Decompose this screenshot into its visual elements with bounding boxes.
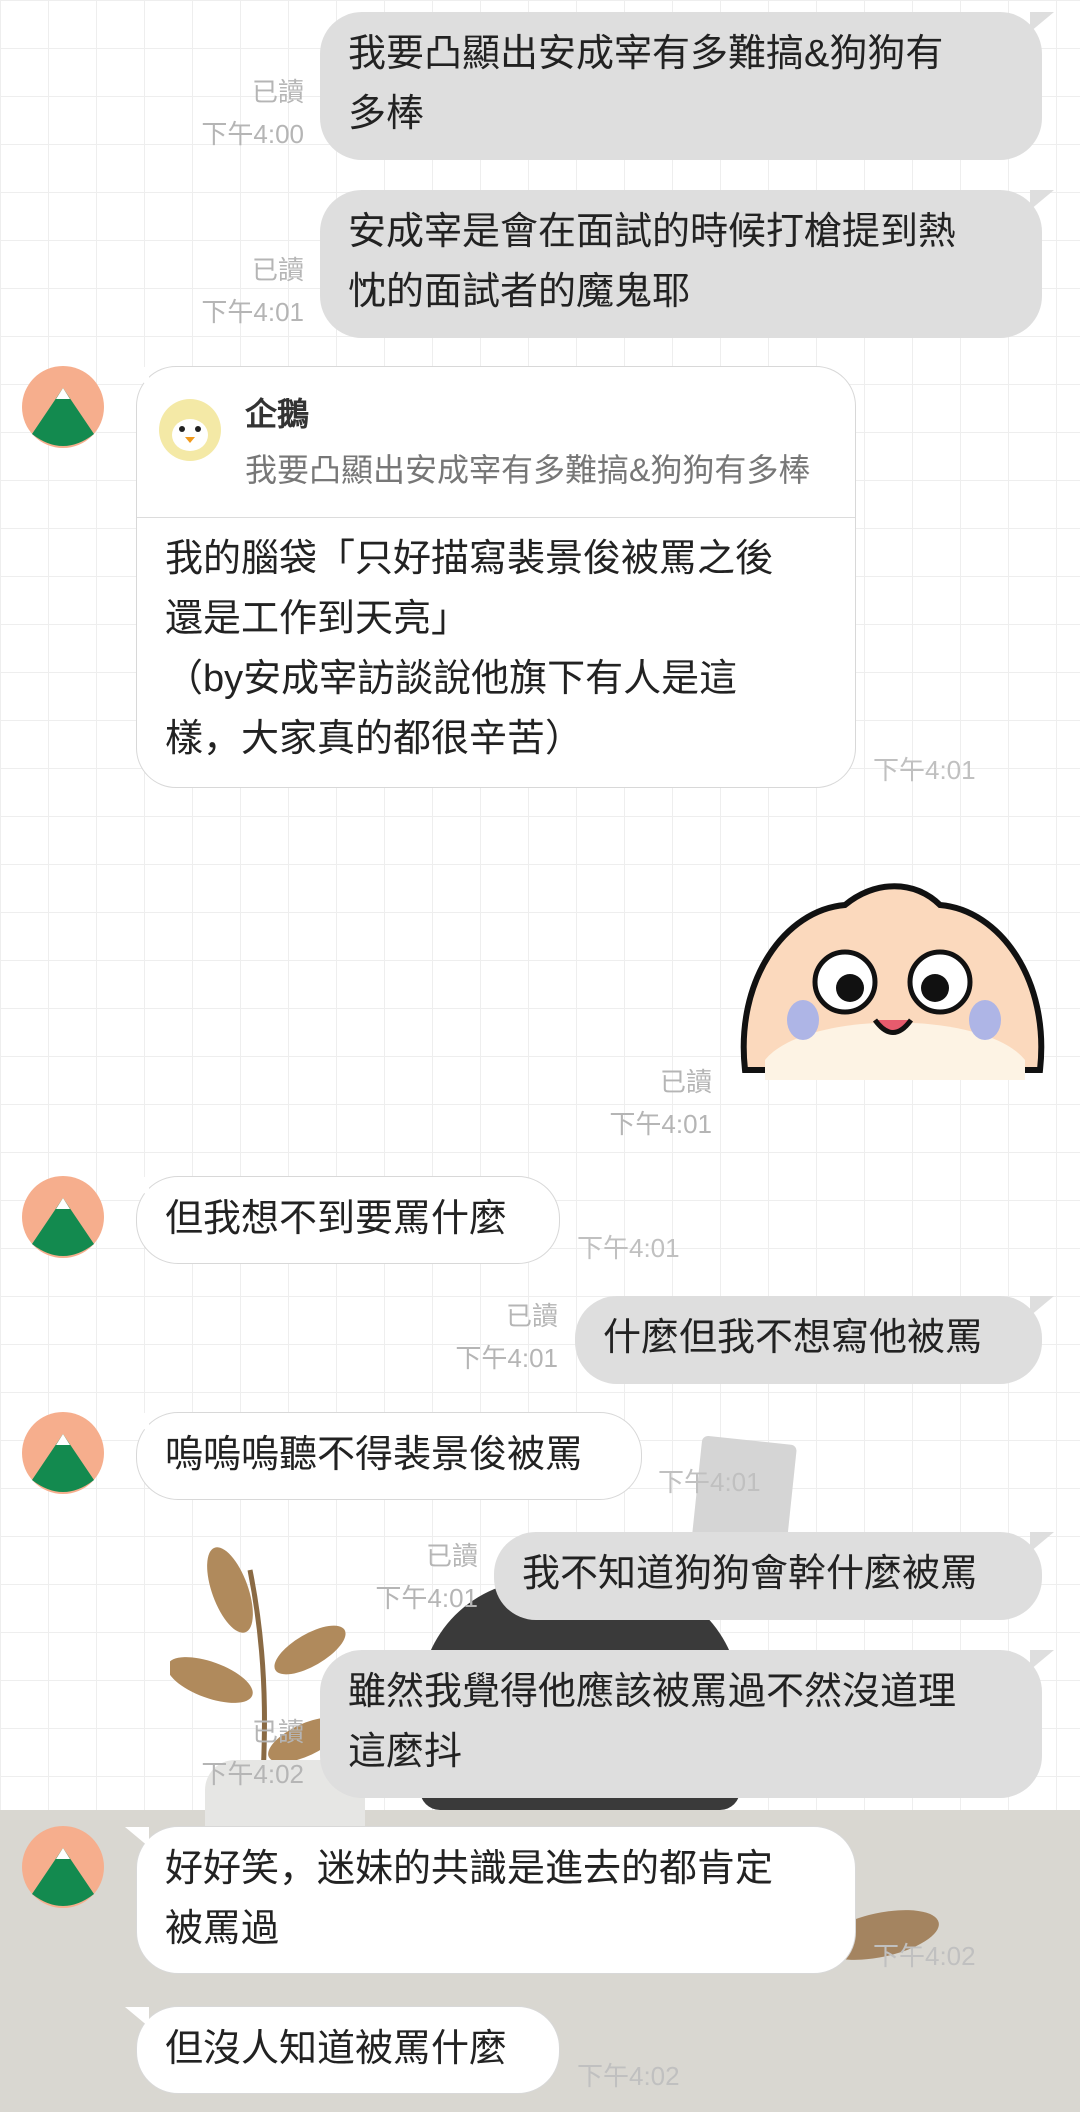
read-receipt: 已讀 下午4:01 — [609, 1067, 712, 1139]
quoted-message[interactable]: 企鵝 我要凸顯出安成宰有多難搞&狗狗有多棒 — [137, 367, 855, 518]
message-time: 下午4:02 — [873, 1941, 976, 1971]
outgoing-message[interactable]: 雖然我覺得他應該被罵過不然沒道理 這麼抖 — [320, 1650, 1054, 1798]
outgoing-message[interactable]: 我不知道狗狗會幹什麼被罵 — [494, 1532, 1054, 1620]
incoming-message[interactable]: 但沒人知道被罵什麼 — [125, 2006, 560, 2094]
read-receipt: 已讀 下午4:01 — [375, 1541, 478, 1613]
read-receipt: 已讀 下午4:00 — [201, 77, 304, 149]
message-time: 下午4:01 — [577, 1233, 680, 1263]
message-time: 下午4:02 — [577, 2061, 680, 2091]
crying-hamster-sticker[interactable] — [725, 870, 1060, 1102]
message-time: 下午4:01 — [873, 755, 976, 785]
message-time: 下午4:01 — [658, 1467, 761, 1497]
quoted-text: 我要凸顯出安成宰有多難搞&狗狗有多棒 — [245, 452, 811, 488]
contact-avatar[interactable] — [22, 1826, 104, 1908]
read-receipt: 已讀 下午4:01 — [201, 255, 304, 327]
quoted-sender-name: 企鵝 — [245, 396, 310, 432]
incoming-message[interactable]: 但我想不到要罵什麼 — [125, 1176, 560, 1264]
read-receipt: 已讀 下午4:01 — [455, 1301, 558, 1373]
outgoing-message[interactable]: 安成宰是會在面試的時候打槍提到熱 忱的面試者的魔鬼耶 — [320, 190, 1054, 338]
read-receipt: 已讀 下午4:02 — [201, 1717, 304, 1789]
penguin-avatar-icon — [159, 399, 221, 461]
incoming-message[interactable]: 好好笑，迷妹的共識是進去的都肯定 被罵過 — [125, 1826, 856, 1974]
contact-avatar[interactable] — [22, 366, 104, 448]
reply-message[interactable]: 企鵝 我要凸顯出安成宰有多難搞&狗狗有多棒 我的腦袋「只好描寫裴景俊被罵之後 還… — [125, 366, 856, 788]
incoming-message[interactable]: 嗚嗚嗚聽不得裴景俊被罵 — [125, 1412, 642, 1500]
contact-avatar[interactable] — [22, 1176, 104, 1258]
contact-avatar[interactable] — [22, 1412, 104, 1494]
outgoing-message[interactable]: 什麼但我不想寫他被罵 — [575, 1296, 1054, 1384]
reply-text: 我的腦袋「只好描寫裴景俊被罵之後 還是工作到天亮」 （by安成宰訪談說他旗下有人… — [165, 538, 774, 760]
outgoing-message[interactable]: 我要凸顯出安成宰有多難搞&狗狗有 多棒 — [320, 12, 1054, 160]
